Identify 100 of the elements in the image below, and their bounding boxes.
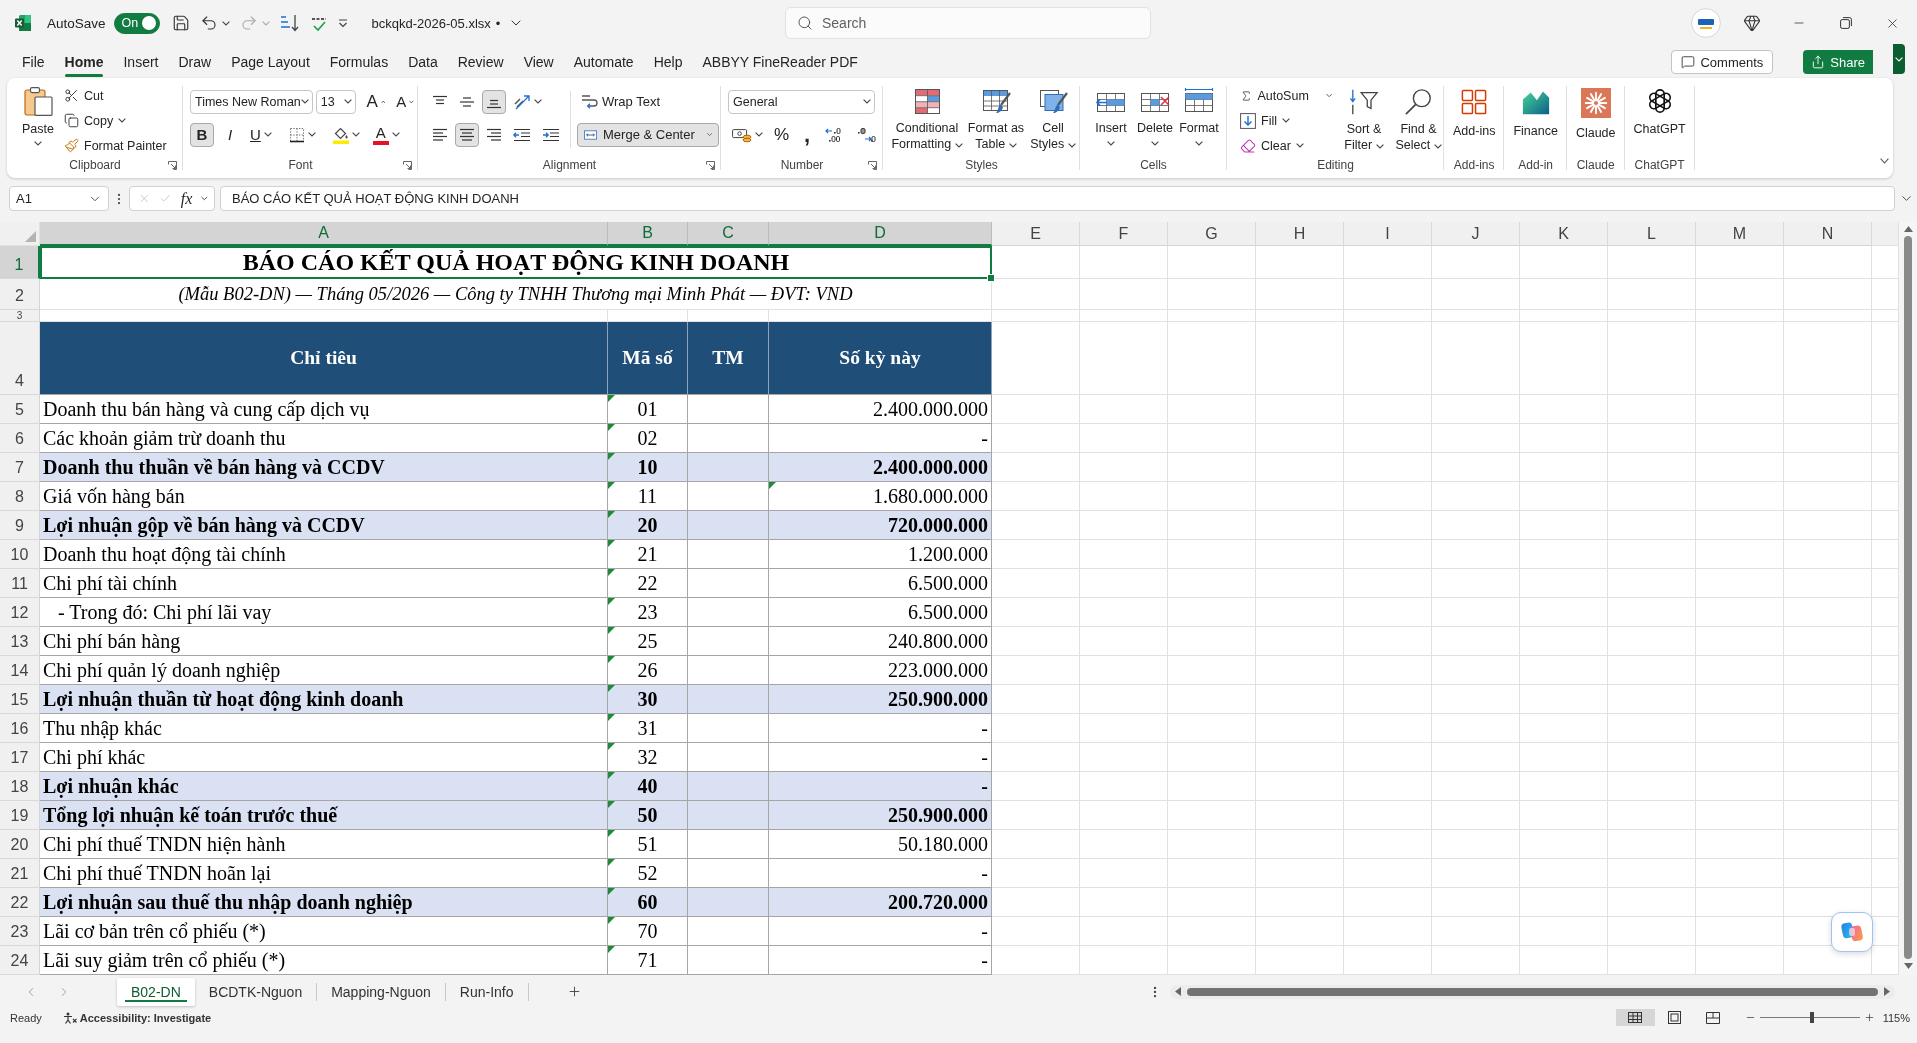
menu-tab[interactable]: ABBYY FineReader PDF: [702, 47, 858, 77]
column-header[interactable]: C: [688, 222, 769, 246]
menu-tab[interactable]: Review: [457, 47, 504, 77]
percent-style-button[interactable]: %: [770, 122, 794, 147]
menu-tab[interactable]: View: [523, 47, 554, 77]
row-number[interactable]: 13: [0, 627, 40, 656]
font-size-dropdown[interactable]: 13: [315, 89, 357, 114]
row-number[interactable]: 21: [0, 859, 40, 888]
sheet-tab[interactable]: Mapping-Nguon: [317, 977, 445, 1006]
row-number[interactable]: 9: [0, 511, 40, 540]
autosum-button[interactable]: AutoSum: [1238, 84, 1334, 107]
scroll-left-icon[interactable]: [1174, 987, 1182, 996]
row-number[interactable]: 7: [0, 453, 40, 482]
row-number[interactable]: 22: [0, 888, 40, 917]
row-number[interactable]: 8: [0, 482, 40, 511]
comments-button[interactable]: Comments: [1671, 50, 1774, 74]
customize-caret-icon[interactable]: [337, 18, 348, 28]
conditional-formatting-button[interactable]: Conditional Formatting: [891, 86, 963, 158]
menu-tab[interactable]: Draw: [178, 47, 212, 77]
dialog-launcher-icon[interactable]: [403, 161, 412, 170]
sort-filter-button[interactable]: Sort & Filter: [1342, 87, 1386, 158]
menu-tab[interactable]: Home: [64, 47, 104, 77]
floating-assistant-button[interactable]: [1831, 912, 1873, 952]
row-number[interactable]: 4: [0, 322, 40, 395]
number-format-dropdown[interactable]: General: [728, 89, 875, 114]
share-options-button[interactable]: [1893, 44, 1905, 74]
zoom-in-icon[interactable]: [1863, 1012, 1875, 1023]
column-header[interactable]: D: [769, 222, 992, 246]
spreadsheet-app-icon[interactable]: [14, 14, 32, 32]
dialog-launcher-icon[interactable]: [706, 161, 715, 170]
sheet-tab[interactable]: B02-DN: [117, 977, 195, 1006]
sort-icon[interactable]: [279, 14, 300, 32]
row-number[interactable]: 14: [0, 656, 40, 685]
share-button[interactable]: Share: [1803, 50, 1873, 74]
add-in-button[interactable]: Finance: [1513, 87, 1558, 158]
format-as-table-button[interactable]: Format as Table: [967, 86, 1025, 158]
column-header[interactable]: N: [1784, 222, 1872, 246]
underline-button[interactable]: U: [246, 122, 276, 147]
italic-button[interactable]: I: [219, 122, 241, 147]
diamond-icon[interactable]: [1743, 14, 1761, 32]
menu-tab[interactable]: Automate: [573, 47, 634, 77]
profile-avatar[interactable]: [1691, 8, 1721, 38]
wrap-text-button[interactable]: Wrap Text: [577, 89, 665, 114]
accessibility-status[interactable]: Accessibility: Investigate: [79, 1011, 212, 1024]
column-header[interactable]: M: [1696, 222, 1784, 246]
row-number[interactable]: 2: [0, 279, 40, 310]
cut-button[interactable]: Cut: [62, 84, 169, 107]
format-cells-button[interactable]: Format: [1179, 86, 1219, 158]
column-header[interactable]: B: [608, 222, 688, 246]
row-number[interactable]: 5: [0, 395, 40, 424]
row-number[interactable]: 17: [0, 743, 40, 772]
fill-button[interactable]: Fill: [1238, 109, 1334, 132]
dialog-launcher-icon[interactable]: [168, 161, 177, 170]
scroll-right-icon[interactable]: [1883, 987, 1891, 996]
paste-button[interactable]: Paste: [22, 84, 54, 158]
sheet-tab[interactable]: Run-Info: [445, 977, 528, 1006]
column-header[interactable]: E: [992, 222, 1080, 246]
add-in-button[interactable]: Add-ins: [1453, 87, 1496, 158]
scrollbar-thumb[interactable]: [1187, 987, 1878, 996]
zoom-level[interactable]: 115%: [1882, 1011, 1910, 1024]
row-number[interactable]: 23: [0, 917, 40, 946]
fill-handle[interactable]: [987, 274, 995, 282]
bold-button[interactable]: B: [190, 122, 214, 147]
restore-icon[interactable]: [1840, 17, 1852, 29]
row-number[interactable]: 10: [0, 540, 40, 569]
cell-styles-button[interactable]: Cell Styles: [1029, 86, 1077, 158]
row-number[interactable]: 6: [0, 424, 40, 453]
delete-cells-button[interactable]: Delete: [1135, 86, 1175, 158]
row-number[interactable]: 16: [0, 714, 40, 743]
insert-function-label[interactable]: fx: [180, 190, 193, 207]
undo-icon[interactable]: [199, 14, 218, 32]
row-number[interactable]: 18: [0, 772, 40, 801]
row-number[interactable]: 15: [0, 685, 40, 714]
view-button[interactable]: [1615, 1009, 1655, 1026]
merge-center-button[interactable]: Merge & Center: [577, 122, 719, 147]
column-header[interactable]: A: [40, 222, 608, 246]
column-header[interactable]: G: [1168, 222, 1256, 246]
column-header[interactable]: H: [1256, 222, 1344, 246]
row-number[interactable]: 11: [0, 569, 40, 598]
collapse-ribbon-icon[interactable]: [1880, 158, 1889, 164]
comma-style-button[interactable]: ,: [796, 122, 819, 147]
menu-tab[interactable]: Formulas: [329, 47, 389, 77]
menu-tab[interactable]: Page Layout: [231, 47, 310, 77]
horizontal-align-button[interactable]: [455, 122, 479, 147]
column-header[interactable]: K: [1520, 222, 1608, 246]
column-header[interactable]: I: [1344, 222, 1432, 246]
dialog-launcher-icon[interactable]: [868, 161, 877, 170]
font-name-dropdown[interactable]: Times New Roman: [190, 89, 313, 114]
add-sheet-icon[interactable]: [566, 984, 582, 999]
row-number[interactable]: 1: [0, 246, 40, 279]
zoom-thumb[interactable]: [1809, 1012, 1814, 1023]
format-painter-button[interactable]: Format Painter: [62, 134, 169, 157]
title-cell[interactable]: BÁO CÁO KẾT QUẢ HOẠT ĐỘNG KINH DOANH: [40, 246, 992, 279]
menu-tab[interactable]: File: [22, 47, 45, 77]
font-color-button[interactable]: A: [368, 122, 404, 147]
column-header[interactable]: F: [1080, 222, 1168, 246]
search-field[interactable]: Search: [785, 7, 1151, 39]
row-number[interactable]: 24: [0, 946, 40, 975]
scroll-up-icon[interactable]: [1903, 225, 1913, 233]
add-in-button[interactable]: ChatGPT: [1633, 87, 1686, 158]
